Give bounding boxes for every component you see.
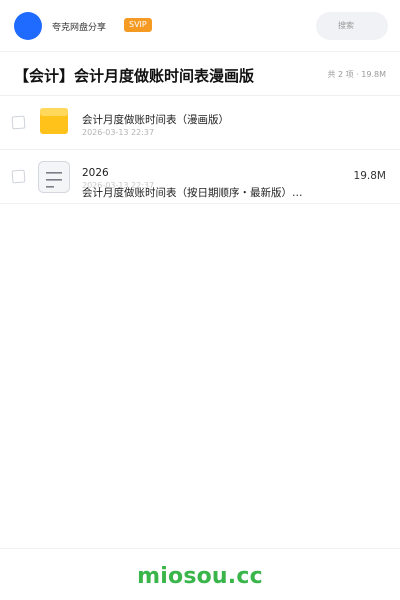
share-summary: 共 2 项 · 19.8M xyxy=(327,70,386,79)
folder-icon xyxy=(40,108,68,134)
svip-badge[interactable]: SVIP xyxy=(124,18,152,32)
search-label: 搜索 xyxy=(338,21,354,30)
file-row-document[interactable]: 2026-03-13 22:37 2026 会计月度做账时间表（按日期顺序・最新… xyxy=(0,150,400,204)
user-avatar[interactable] xyxy=(14,12,42,40)
file-name-prefix[interactable]: 2026 xyxy=(82,167,109,179)
page-title: 【会计】会计月度做账时间表漫画版 xyxy=(14,67,255,85)
share-brand-label: 夸克网盘分享 xyxy=(52,23,107,33)
file-row-folder[interactable]: 会计月度做账时间表（漫画版） 2026-03-13 22:37 xyxy=(0,96,400,150)
select-checkbox[interactable] xyxy=(11,169,26,184)
share-title-row: 【会计】会计月度做账时间表漫画版 共 2 项 · 19.8M xyxy=(0,52,400,96)
top-bar: 夸克网盘分享 SVIP 搜索 xyxy=(0,0,400,52)
file-name[interactable]: 会计月度做账时间表（按日期顺序・最新版）… xyxy=(82,185,318,200)
file-date: 2026-03-13 22:37 xyxy=(82,128,155,137)
site-watermark: miosou.cc xyxy=(137,564,263,589)
file-size: 19.8M xyxy=(353,170,386,182)
search-button[interactable]: 搜索 xyxy=(316,12,388,40)
file-name[interactable]: 会计月度做账时间表（漫画版） xyxy=(82,112,229,127)
document-icon xyxy=(38,161,70,193)
select-checkbox[interactable] xyxy=(11,115,26,130)
footer-bar: miosou.cc xyxy=(0,548,400,600)
